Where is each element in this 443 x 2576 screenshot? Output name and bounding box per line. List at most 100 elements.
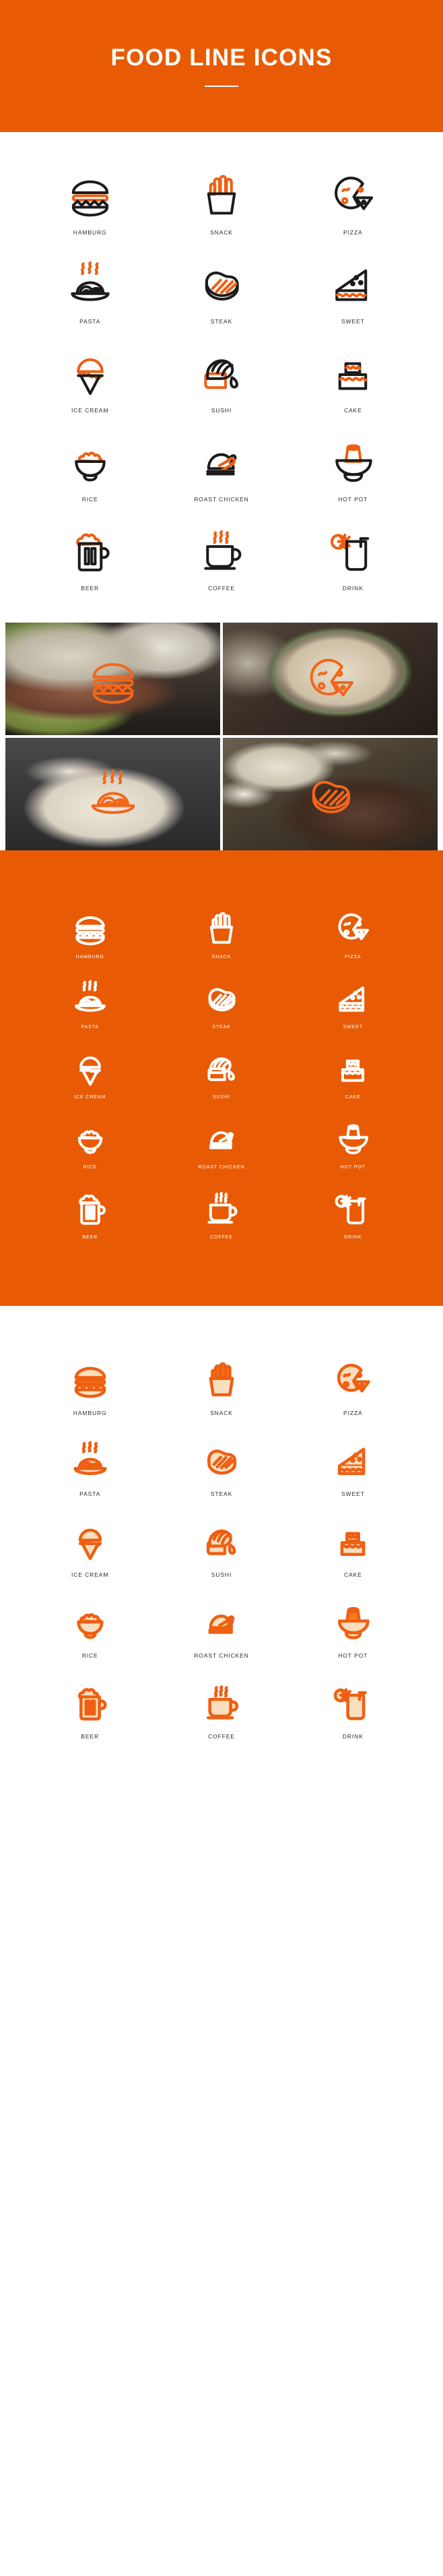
icon-cell-snack[interactable]: SNACK <box>156 900 287 965</box>
pizza-icon <box>328 170 378 220</box>
hamburger-icon <box>65 170 115 220</box>
icon-cell-ice-cream[interactable]: ICE CREAM <box>24 337 156 420</box>
icon-grid-outline-white: HAMBURG SNACK PIZZA PASTA STEAK SWEET IC… <box>24 900 419 1245</box>
icon-label: DRINK <box>342 1733 364 1740</box>
pasta-icon <box>71 978 110 1017</box>
hot-pot-icon <box>332 1601 374 1643</box>
steak-icon <box>202 978 241 1017</box>
icon-cell-drink[interactable]: DRINK <box>287 1181 419 1245</box>
pasta-icon <box>69 1439 111 1481</box>
photo-cell-pizza[interactable] <box>223 623 438 735</box>
icon-label: PIZZA <box>343 1410 363 1416</box>
photo-grid <box>5 623 438 850</box>
icon-cell-rice[interactable]: RICE <box>24 1110 156 1175</box>
icon-cell-hot-pot[interactable]: HOT POT <box>287 1110 419 1175</box>
icon-cell-hamburg[interactable]: HAMBURG <box>24 1348 156 1423</box>
roast-chicken-icon <box>197 437 246 486</box>
icon-cell-beer[interactable]: BEER <box>24 1671 156 1747</box>
icon-label: BEER <box>81 585 100 592</box>
icon-cell-roast-chicken[interactable]: ROAST CHICKEN <box>156 1110 287 1175</box>
icon-label: ICE CREAM <box>71 407 109 414</box>
icon-cell-beer[interactable]: BEER <box>24 515 156 598</box>
hamburger-icon <box>69 1358 111 1400</box>
icon-cell-snack[interactable]: SNACK <box>156 1348 287 1423</box>
roast-chicken-icon <box>201 1601 242 1643</box>
icon-cell-sweet[interactable]: SWEET <box>287 970 419 1035</box>
icon-label: COFFEE <box>208 585 235 592</box>
icon-cell-ice-cream[interactable]: ICE CREAM <box>24 1509 156 1585</box>
rice-bowl-icon <box>71 1119 110 1158</box>
icon-label: HAMBURG <box>75 955 104 960</box>
pizza-icon <box>333 908 372 947</box>
icon-label: DRINK <box>344 1235 362 1240</box>
icon-cell-cake[interactable]: CAKE <box>287 1040 419 1105</box>
icon-cell-rice[interactable]: RICE <box>24 1590 156 1666</box>
pasta-icon <box>65 259 115 309</box>
icon-cell-ice-cream[interactable]: ICE CREAM <box>24 1040 156 1105</box>
icon-cell-coffee[interactable]: COFFEE <box>156 1181 287 1245</box>
icon-cell-drink[interactable]: DRINK <box>287 1671 419 1747</box>
steak-icon <box>197 259 246 309</box>
icon-cell-roast-chicken[interactable]: ROAST CHICKEN <box>156 426 287 509</box>
icon-label: BEER <box>82 1235 98 1240</box>
icon-cell-hamburg[interactable]: HAMBURG <box>24 900 156 965</box>
title-divider <box>205 85 238 87</box>
icon-section-outline-white: HAMBURG SNACK PIZZA PASTA STEAK SWEET IC… <box>0 850 443 1306</box>
icon-cell-cake[interactable]: CAKE <box>287 1509 419 1585</box>
coffee-cup-icon <box>197 526 246 575</box>
soft-drink-glass-icon <box>332 1682 374 1724</box>
icon-cell-roast-chicken[interactable]: ROAST CHICKEN <box>156 1590 287 1666</box>
photo-cell-pasta[interactable] <box>5 738 220 850</box>
icon-label: STEAK <box>210 318 233 325</box>
photo-cell-steak[interactable] <box>223 738 438 850</box>
icon-cell-pizza[interactable]: PIZZA <box>287 900 419 965</box>
icon-label: HAMBURG <box>73 1410 107 1416</box>
icon-cell-pasta[interactable]: PASTA <box>24 970 156 1035</box>
icon-cell-hot-pot[interactable]: HOT POT <box>287 426 419 509</box>
photo-cell-hamburg[interactable] <box>5 623 220 735</box>
icon-cell-cake[interactable]: CAKE <box>287 337 419 420</box>
icon-cell-hamburg[interactable]: HAMBURG <box>24 159 156 243</box>
icon-label: DRINK <box>342 585 364 592</box>
icon-cell-snack[interactable]: SNACK <box>156 159 287 243</box>
icon-cell-sushi[interactable]: SUSHI <box>156 1509 287 1585</box>
page-title: FOOD LINE ICONS <box>110 44 333 71</box>
icon-cell-pasta[interactable]: PASTA <box>24 248 156 332</box>
icon-cell-steak[interactable]: STEAK <box>156 970 287 1035</box>
ice-cream-cone-icon <box>65 348 115 398</box>
icon-cell-sweet[interactable]: SWEET <box>287 1428 419 1504</box>
tiered-cake-icon <box>328 348 378 398</box>
overlay-pasta-icon <box>85 766 141 823</box>
icon-label: STEAK <box>210 1490 233 1497</box>
icon-cell-sweet[interactable]: SWEET <box>287 248 419 332</box>
sushi-icon <box>202 1048 241 1088</box>
sushi-icon <box>197 348 246 398</box>
icon-label: CAKE <box>343 1571 362 1578</box>
icon-label: ROAST CHICKEN <box>194 496 249 503</box>
icon-label: PIZZA <box>345 955 362 960</box>
icon-label: BEER <box>81 1733 100 1740</box>
icon-section-filled: HAMBURG SNACK PIZZA PASTA STEAK SWEET IC… <box>0 1306 443 1848</box>
beer-mug-icon <box>69 1682 111 1724</box>
icon-cell-rice[interactable]: RICE <box>24 426 156 509</box>
hot-pot-icon <box>333 1119 372 1158</box>
icon-cell-hot-pot[interactable]: HOT POT <box>287 1590 419 1666</box>
hot-pot-icon <box>328 437 378 486</box>
icon-cell-pizza[interactable]: PIZZA <box>287 159 419 243</box>
icon-cell-pizza[interactable]: PIZZA <box>287 1348 419 1423</box>
icon-cell-beer[interactable]: BEER <box>24 1181 156 1245</box>
overlay-pizza-icon <box>302 651 359 708</box>
page-header: FOOD LINE ICONS <box>0 0 443 132</box>
icon-cell-coffee[interactable]: COFFEE <box>156 515 287 598</box>
icon-label: PASTA <box>79 318 101 325</box>
icon-cell-pasta[interactable]: PASTA <box>24 1428 156 1504</box>
icon-cell-sushi[interactable]: SUSHI <box>156 1040 287 1105</box>
icon-label: COFFEE <box>210 1235 233 1240</box>
icon-cell-coffee[interactable]: COFFEE <box>156 1671 287 1747</box>
icon-cell-sushi[interactable]: SUSHI <box>156 337 287 420</box>
icon-cell-steak[interactable]: STEAK <box>156 248 287 332</box>
icon-label: SWEET <box>343 1025 364 1030</box>
french-fries-icon <box>197 170 246 220</box>
icon-cell-steak[interactable]: STEAK <box>156 1428 287 1504</box>
icon-cell-drink[interactable]: DRINK <box>287 515 419 598</box>
